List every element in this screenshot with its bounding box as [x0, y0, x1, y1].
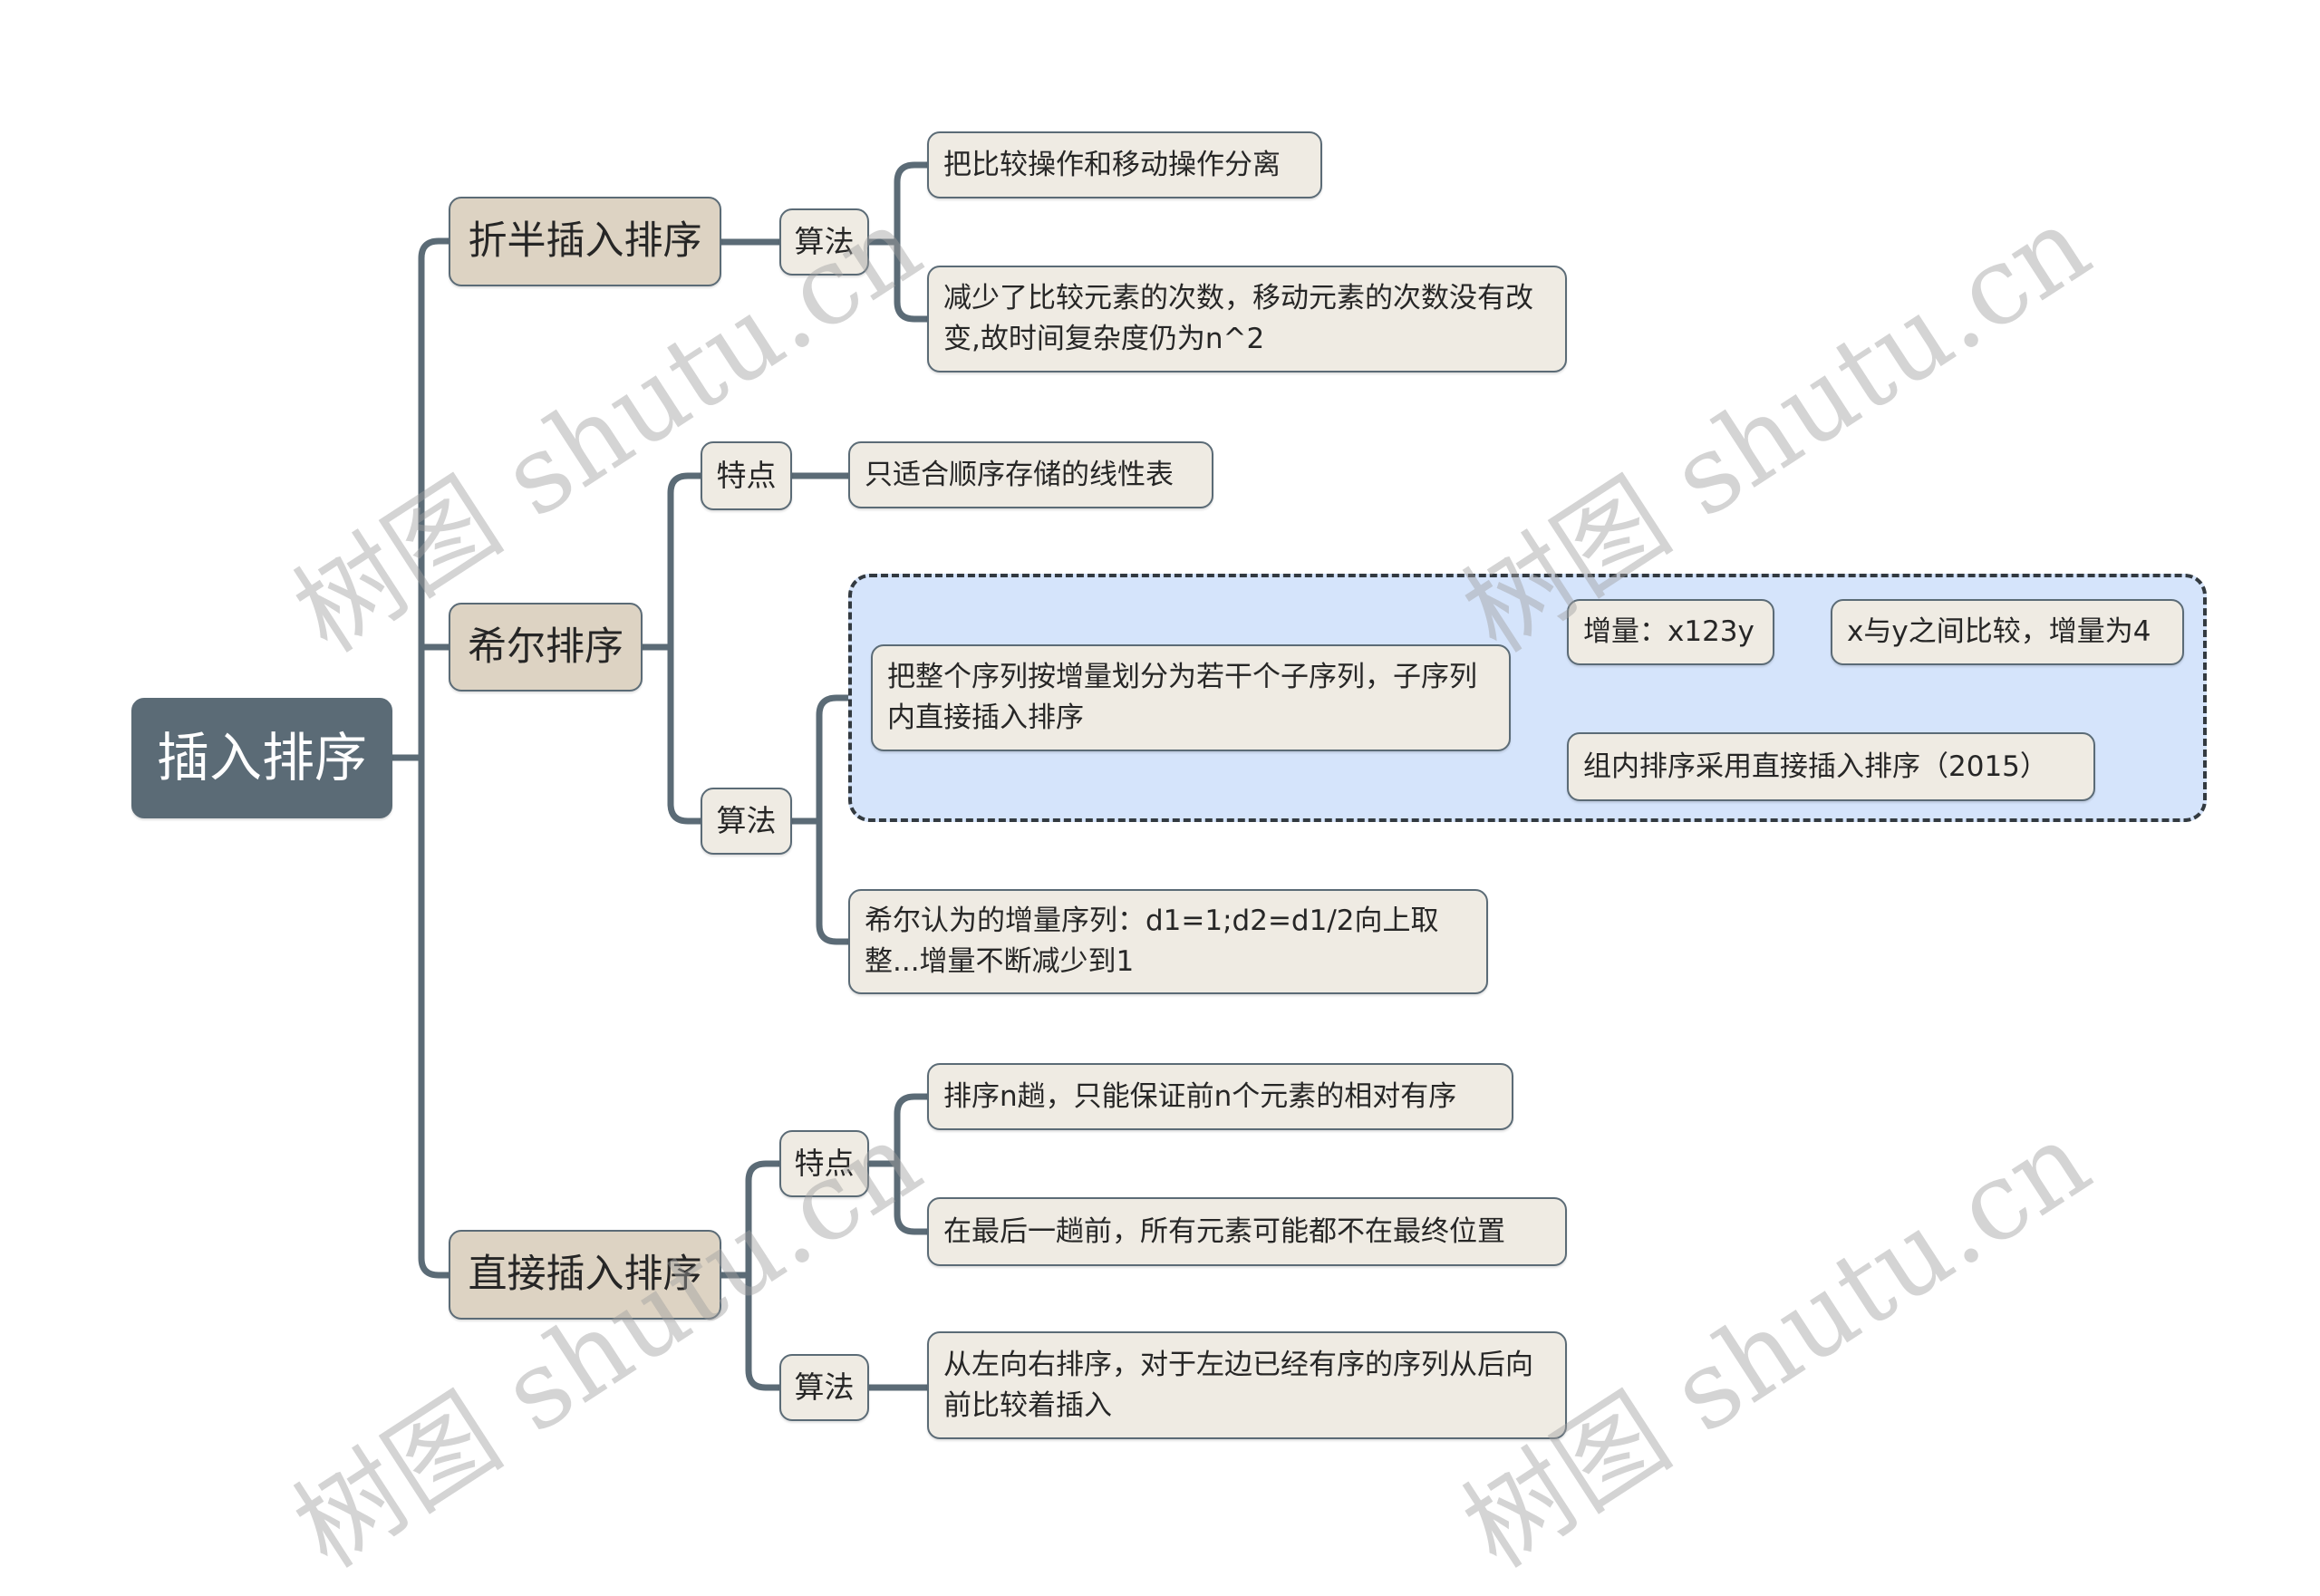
- branch-straight-insertion-sort[interactable]: 直接插入排序: [449, 1230, 721, 1320]
- connector: [745, 1160, 783, 1391]
- leaf-topic[interactable]: 减少了比较元素的次数，移动元素的次数没有改变,故时间复杂度仍为n^2: [927, 266, 1567, 372]
- connector: [667, 472, 704, 825]
- connector: [894, 161, 931, 323]
- leaf-topic[interactable]: 希尔认为的增量序列：d1=1;d2=d1/2向上取整...增量不断减少到1: [848, 889, 1488, 994]
- subtopic-algorithm[interactable]: 算法: [779, 208, 869, 276]
- root-topic[interactable]: 插入排序: [131, 698, 392, 818]
- leaf-topic[interactable]: x与y之间比较，增量为4: [1831, 599, 2184, 665]
- branch-shell-sort[interactable]: 希尔排序: [449, 603, 643, 692]
- subtopic-algorithm[interactable]: 算法: [779, 1354, 869, 1421]
- subtopic-features[interactable]: 特点: [779, 1130, 869, 1197]
- leaf-topic[interactable]: 在最后一趟前，所有元素可能都不在最终位置: [927, 1197, 1567, 1266]
- leaf-topic[interactable]: 排序n趟，只能保证前n个元素的相对有序: [927, 1063, 1513, 1130]
- leaf-topic[interactable]: 组内排序采用直接插入排序（2015）: [1567, 732, 2095, 801]
- branch-binary-insertion-sort[interactable]: 折半插入排序: [449, 197, 721, 286]
- leaf-topic[interactable]: 增量：x123y: [1567, 599, 1774, 665]
- leaf-topic[interactable]: 把比较操作和移动操作分离: [927, 131, 1322, 198]
- leaf-topic[interactable]: 只适合顺序存储的线性表: [848, 441, 1213, 508]
- subtopic-algorithm[interactable]: 算法: [701, 788, 792, 855]
- connector: [894, 1093, 931, 1235]
- subtopic-features[interactable]: 特点: [701, 441, 792, 510]
- connector: [418, 237, 452, 1279]
- leaf-topic[interactable]: 从左向右排序，对于左边已经有序的序列从后向前比较着插入: [927, 1331, 1567, 1439]
- leaf-topic-highlighted[interactable]: 把整个序列按增量划分为若干个子序列，子序列内直接插入排序: [871, 644, 1511, 751]
